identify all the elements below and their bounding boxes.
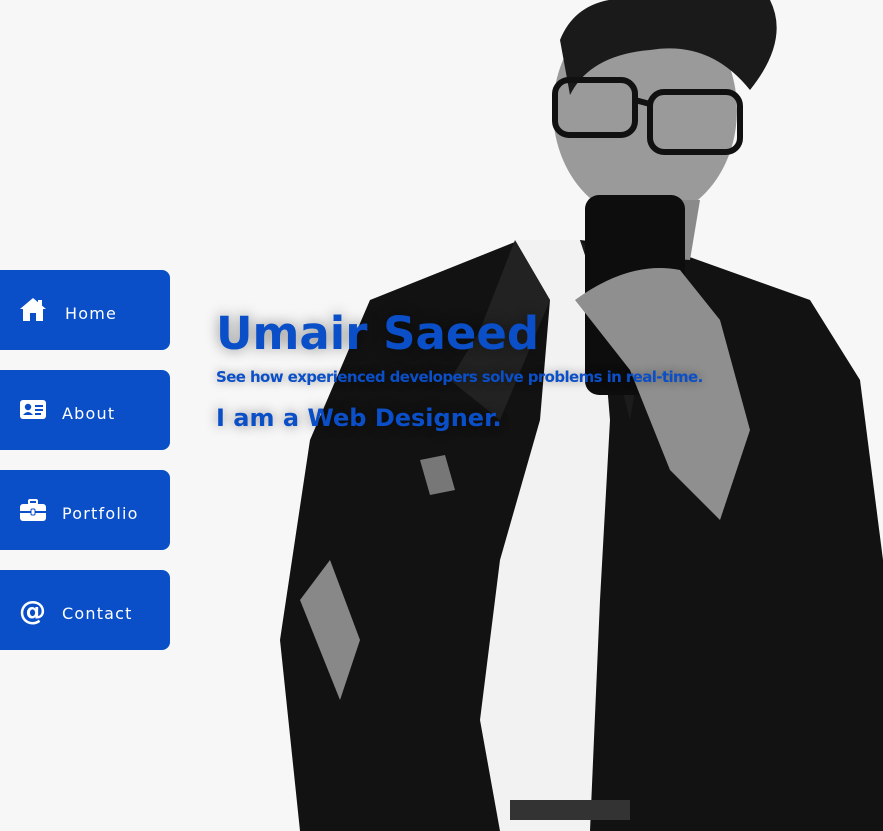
svg-text:@: @ (19, 596, 46, 625)
page-title: Umair Saeed (216, 307, 540, 360)
nav-item-contact[interactable]: @ Contact (0, 570, 170, 650)
briefcase-icon (18, 495, 48, 525)
intro-tagline: I am a Web Designer. (216, 404, 502, 432)
intro-section: Umair Saeed See how experienced develope… (216, 306, 776, 432)
sidebar-nav: Home About Portfolio @ Contact (0, 270, 170, 670)
nav-item-home[interactable]: Home (0, 270, 170, 350)
nav-item-label: Home (65, 304, 118, 323)
home-icon (18, 295, 48, 325)
nav-item-about[interactable]: About (0, 370, 170, 450)
nav-item-label: Portfolio (62, 504, 139, 523)
id-card-icon (18, 395, 48, 425)
at-sign-icon: @ (18, 595, 48, 625)
nav-item-label: About (62, 404, 116, 423)
intro-subtitle: See how experienced developers solve pro… (216, 368, 703, 386)
nav-item-portfolio[interactable]: Portfolio (0, 470, 170, 550)
nav-item-label: Contact (62, 604, 133, 623)
